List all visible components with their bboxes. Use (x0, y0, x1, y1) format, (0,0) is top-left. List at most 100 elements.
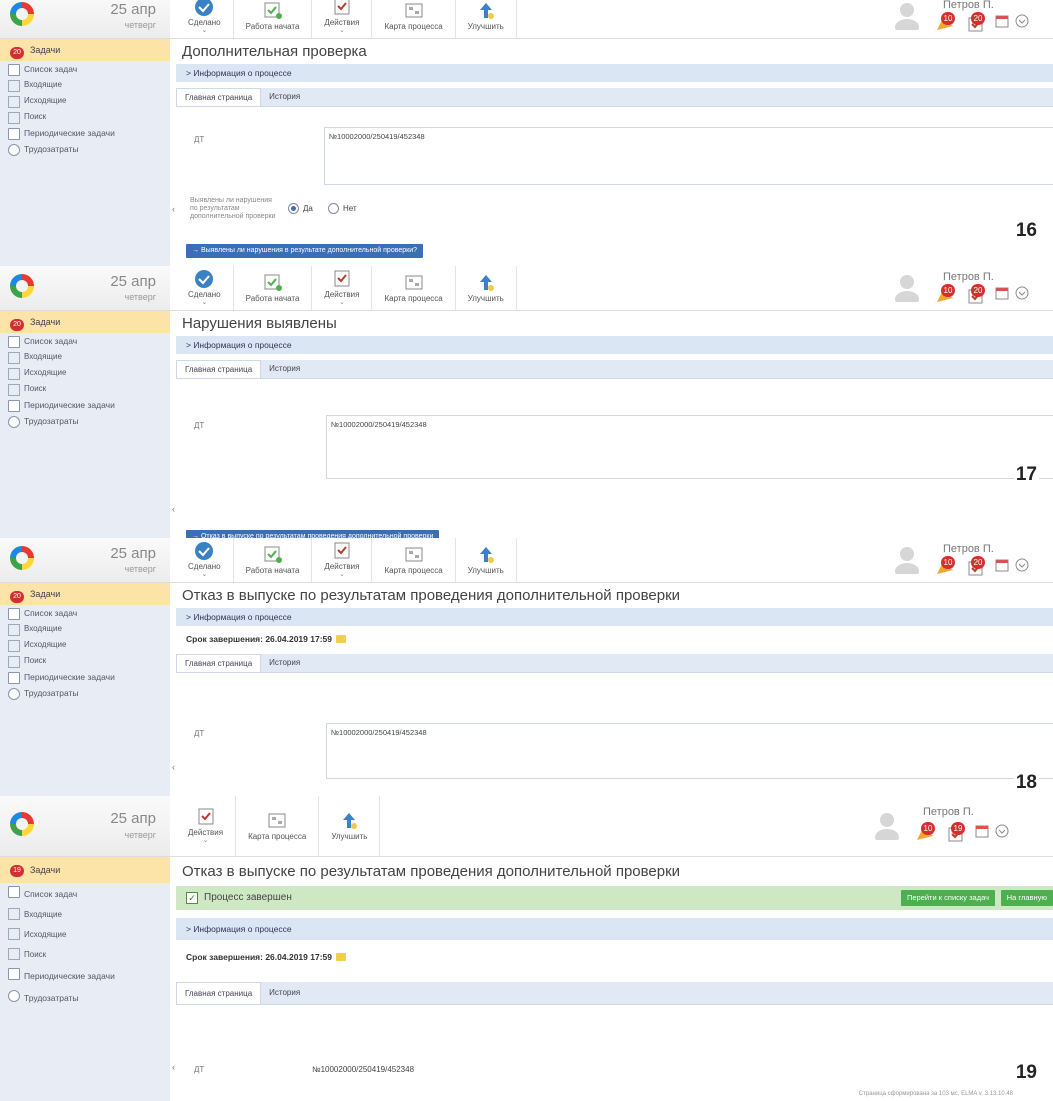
process-map-button[interactable]: Карта процесса (372, 266, 456, 310)
dt-field[interactable]: №10002000/250419/452348 (326, 415, 1053, 479)
sidebar-item-task-list[interactable]: Список задач (0, 605, 170, 621)
tab-history[interactable]: История (261, 982, 308, 1004)
sidebar-item-task-list[interactable]: Список задач (0, 333, 170, 349)
user-name[interactable]: Петров П. (923, 806, 974, 818)
home-button[interactable]: На главную (1000, 890, 1053, 906)
done-button[interactable]: Сделано ⌄ (176, 0, 234, 38)
avatar[interactable] (893, 544, 921, 579)
violations-action-button[interactable]: → Выявлены ли нарушения в результате доп… (186, 244, 424, 258)
elma-logo-icon[interactable] (10, 274, 34, 298)
sidebar-item-outgoing[interactable]: Исходящие (0, 365, 170, 381)
sidebar-item-search[interactable]: Поиск (0, 653, 170, 669)
tab-main[interactable]: Главная страница (176, 360, 262, 378)
sidebar-item-labor[interactable]: Трудозатраты (0, 141, 170, 157)
elma-logo-icon[interactable] (10, 2, 34, 26)
tasks-badge-icon[interactable]: 19 (945, 822, 969, 842)
sidebar-item-tasks[interactable]: 20 Задачи (0, 311, 170, 333)
improve-button[interactable]: Улучшить (319, 796, 381, 856)
user-name[interactable]: Петров П. (943, 271, 994, 283)
avatar[interactable] (893, 0, 921, 35)
radio-no[interactable]: Нет (328, 203, 357, 214)
avatar[interactable] (873, 810, 901, 845)
sidebar-item-outgoing[interactable]: Исходящие (0, 637, 170, 653)
actions-button[interactable]: Действия ⌄ (176, 796, 237, 856)
work-started-button[interactable]: Работа начата (234, 538, 313, 582)
notifications-icon[interactable]: 10 (915, 822, 939, 842)
sidebar-item-periodic[interactable]: Периодические задачи (0, 125, 170, 141)
sidebar-item-periodic[interactable]: Периодические задачи (0, 965, 170, 987)
tab-main[interactable]: Главная страница (176, 654, 262, 672)
go-to-task-list-button[interactable]: Перейти к списку задач (900, 890, 995, 906)
tasks-badge-icon[interactable]: 20 (965, 556, 989, 576)
process-info-toggle[interactable]: > Информация о процессе (176, 64, 1053, 82)
improve-button[interactable]: Улучшить (456, 538, 517, 582)
tab-history[interactable]: История (261, 360, 308, 378)
calendar-icon[interactable] (995, 558, 1009, 576)
done-button[interactable]: Сделано ⌄ (176, 538, 234, 582)
chevron-down-circle-icon[interactable] (995, 824, 1009, 842)
process-map-button[interactable]: Карта процесса (372, 538, 456, 582)
process-map-button[interactable]: Карта процесса (372, 0, 456, 38)
sidebar-item-periodic[interactable]: Периодические задачи (0, 669, 170, 685)
tab-main[interactable]: Главная страница (176, 88, 262, 106)
sidebar-item-outgoing[interactable]: Исходящие (0, 925, 170, 945)
chevron-down-circle-icon[interactable] (1015, 558, 1029, 576)
actions-button[interactable]: Действия ⌄ (312, 0, 373, 38)
work-started-button[interactable]: Работа начата (234, 266, 313, 310)
sidebar-item-task-list[interactable]: Список задач (0, 883, 170, 905)
dt-field[interactable]: №10002000/250419/452348 (324, 127, 1053, 185)
done-button[interactable]: Сделано ⌄ (176, 266, 234, 310)
sidebar-item-task-list[interactable]: Список задач (0, 61, 170, 77)
process-info-toggle[interactable]: > Информация о процессе (176, 918, 1053, 940)
dt-field[interactable]: №10002000/250419/452348 (326, 723, 1053, 779)
collapse-sidebar-icon[interactable]: ‹ (172, 504, 175, 514)
radio-yes[interactable]: Да (288, 203, 313, 214)
sidebar-item-search[interactable]: Поиск (0, 381, 170, 397)
sidebar-item-periodic[interactable]: Периодические задачи (0, 397, 170, 413)
refusal-action-button[interactable]: → Отказ в выпуске по результатам проведе… (186, 530, 440, 538)
tasks-badge-icon[interactable]: 20 (965, 12, 989, 32)
chevron-down-circle-icon[interactable] (1015, 286, 1029, 304)
avatar[interactable] (893, 272, 921, 307)
chevron-down-circle-icon[interactable] (1015, 14, 1029, 32)
notifications-icon[interactable]: 10 (935, 284, 959, 304)
calendar-icon[interactable] (995, 286, 1009, 304)
sidebar-item-incoming[interactable]: Входящие (0, 905, 170, 925)
sidebar-item-labor[interactable]: Трудозатраты (0, 685, 170, 701)
sidebar-item-tasks[interactable]: 20 Задачи (0, 39, 170, 61)
elma-logo-icon[interactable] (10, 546, 34, 570)
sidebar-item-outgoing[interactable]: Исходящие (0, 93, 170, 109)
collapse-sidebar-icon[interactable]: ‹ (172, 204, 175, 214)
sidebar-item-incoming[interactable]: Входящие (0, 77, 170, 93)
collapse-sidebar-icon[interactable]: ‹ (172, 1062, 175, 1072)
calendar-icon[interactable] (995, 14, 1009, 32)
user-name[interactable]: Петров П. (943, 543, 994, 555)
sidebar-item-labor[interactable]: Трудозатраты (0, 987, 170, 1009)
user-name[interactable]: Петров П. (943, 0, 994, 11)
process-map-button[interactable]: Карта процесса (236, 796, 320, 856)
tab-history[interactable]: История (261, 88, 308, 106)
notifications-icon[interactable]: 10 (935, 12, 959, 32)
sidebar-item-search[interactable]: Поиск (0, 109, 170, 125)
process-info-toggle[interactable]: > Информация о процессе (176, 336, 1053, 354)
actions-button[interactable]: Действия ⌄ (312, 266, 373, 310)
tab-main[interactable]: Главная страница (176, 982, 262, 1004)
notifications-icon[interactable]: 10 (935, 556, 959, 576)
sidebar-item-tasks[interactable]: 20 Задачи (0, 583, 170, 605)
process-info-toggle[interactable]: > Информация о процессе (176, 608, 1053, 626)
sidebar-item-tasks[interactable]: 19 Задачи (0, 857, 170, 883)
tab-history[interactable]: История (261, 654, 308, 672)
actions-button[interactable]: Действия ⌄ (312, 538, 373, 582)
sidebar-item-search[interactable]: Поиск (0, 945, 170, 965)
comment-icon[interactable] (335, 953, 346, 961)
tasks-badge-icon[interactable]: 20 (965, 284, 989, 304)
improve-button[interactable]: Улучшить (456, 0, 517, 38)
work-started-button[interactable]: Работа начата (234, 0, 313, 38)
sidebar-item-incoming[interactable]: Входящие (0, 621, 170, 637)
elma-logo-icon[interactable] (10, 812, 34, 836)
comment-icon[interactable] (335, 635, 346, 643)
improve-button[interactable]: Улучшить (456, 266, 517, 310)
calendar-icon[interactable] (975, 824, 989, 842)
sidebar-item-labor[interactable]: Трудозатраты (0, 413, 170, 429)
sidebar-item-incoming[interactable]: Входящие (0, 349, 170, 365)
